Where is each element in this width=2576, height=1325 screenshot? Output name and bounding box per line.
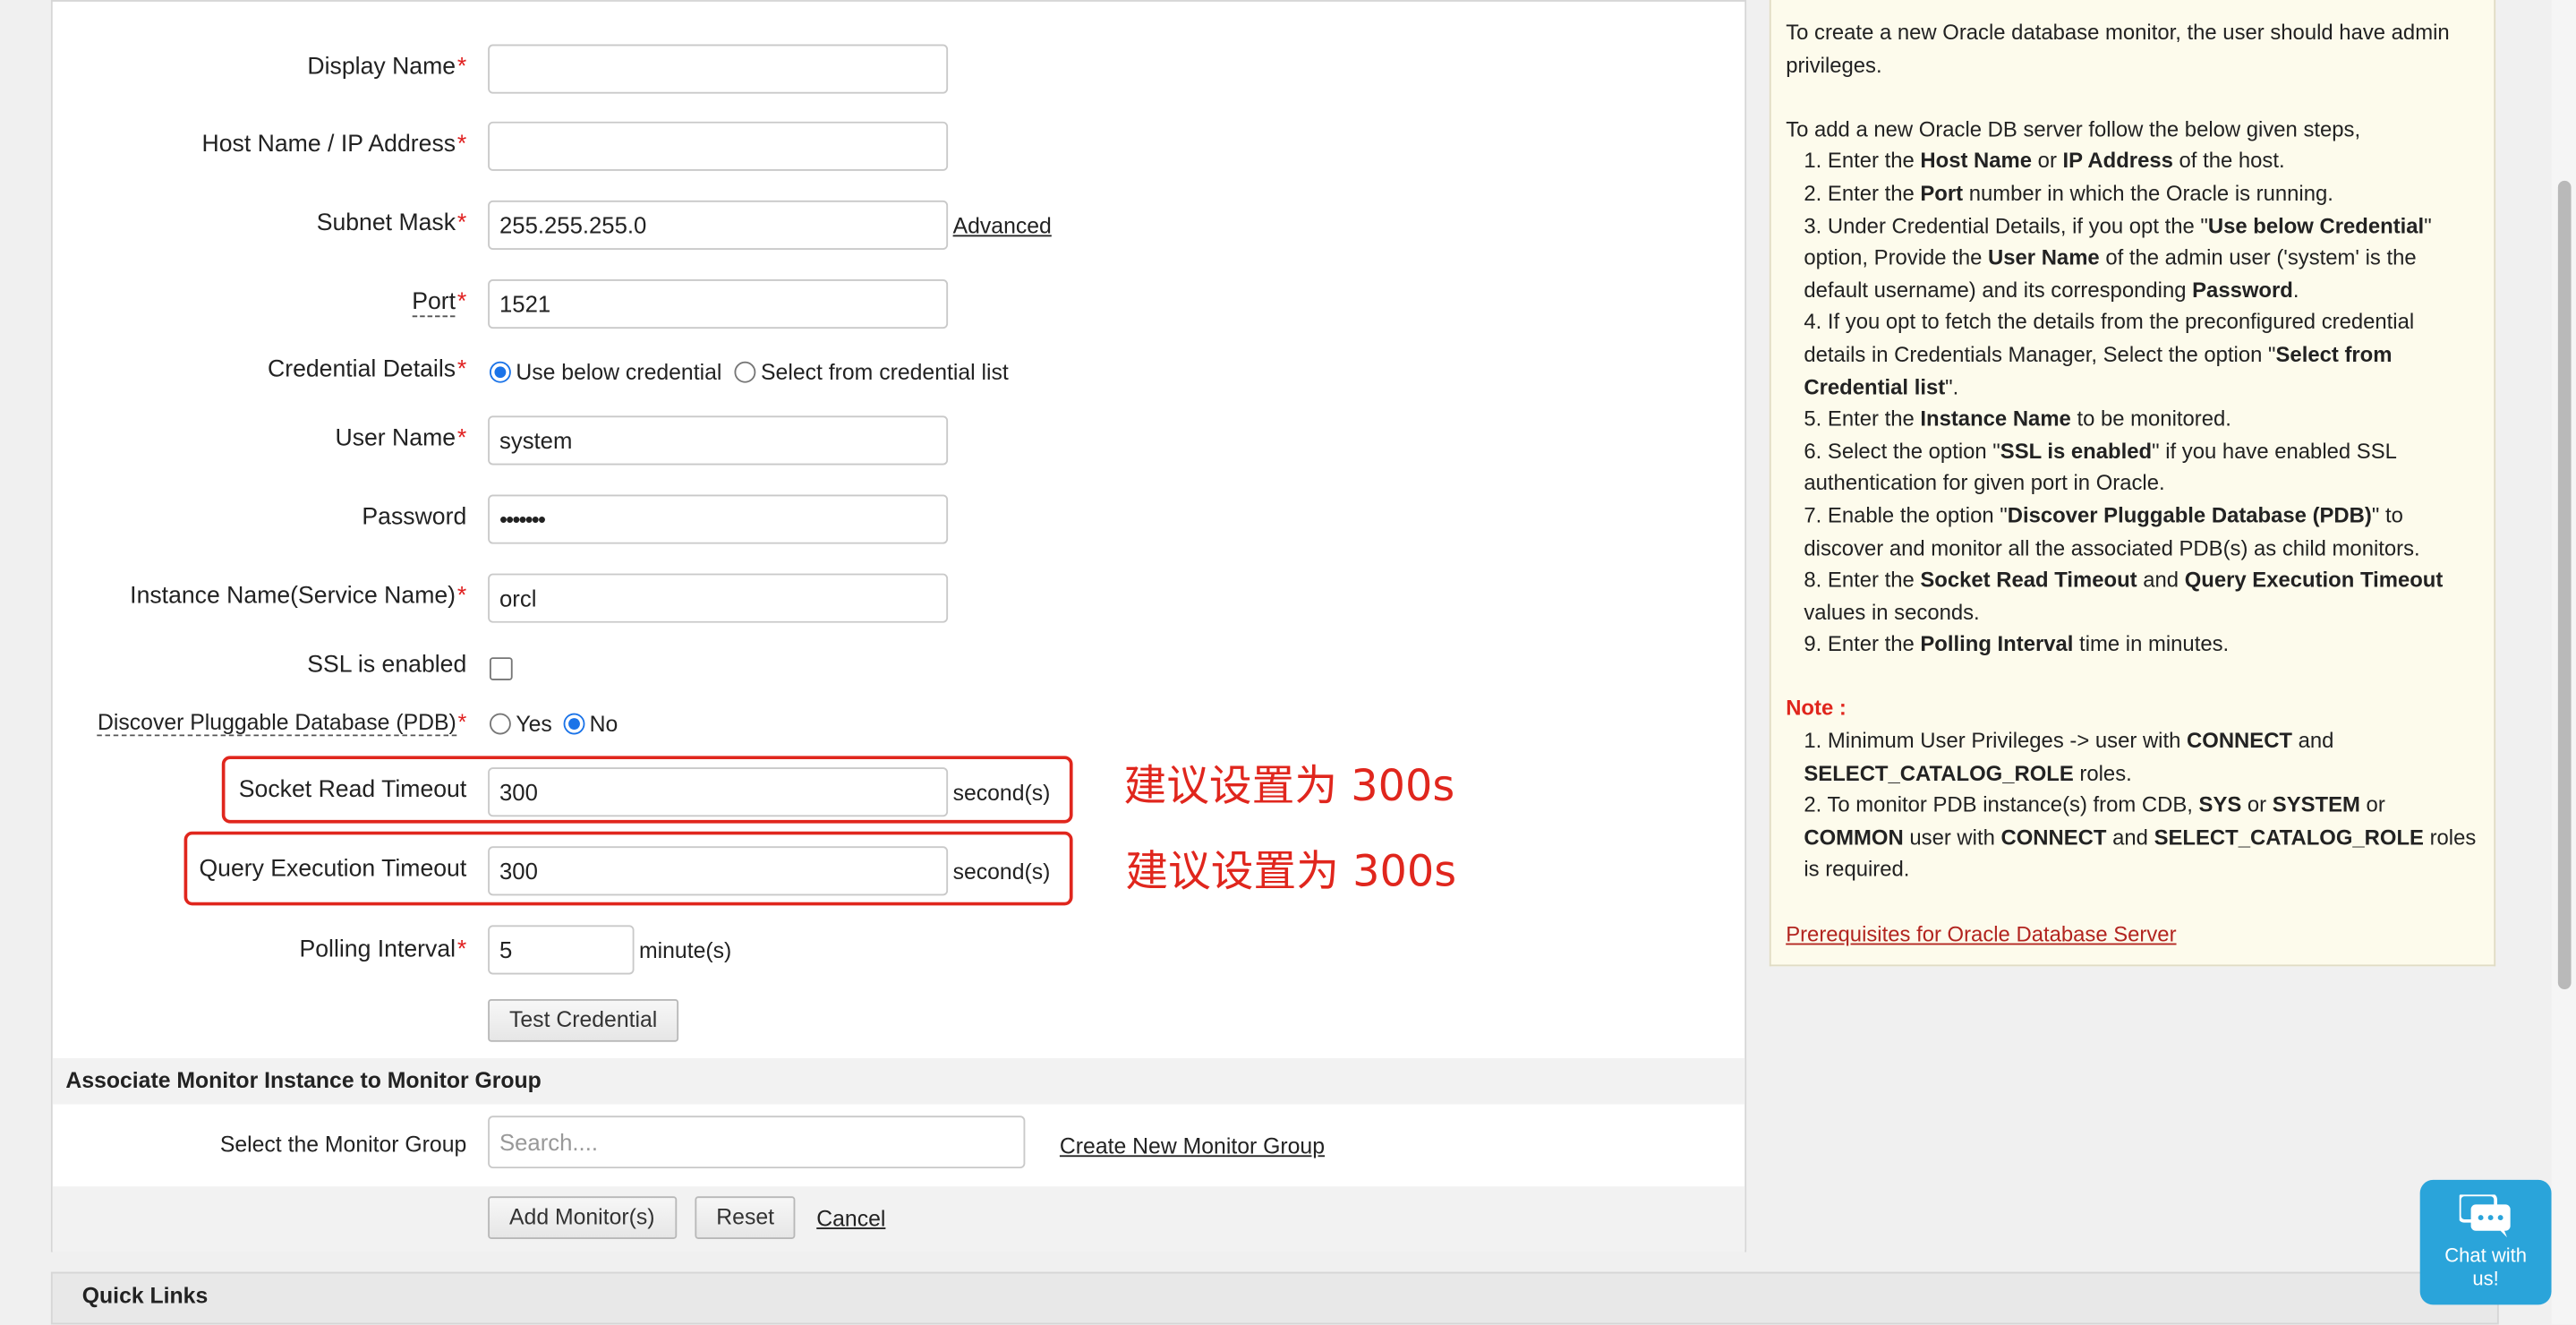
ssl-label: SSL is enabled: [307, 652, 467, 680]
select-credential-list-radio[interactable]: [734, 361, 756, 383]
advanced-link[interactable]: Advanced: [953, 214, 1052, 239]
password-row: Password •••••••: [53, 494, 1748, 544]
socket-timeout-annotation: 建议设置为 300s: [1123, 762, 1455, 812]
password-label: Password: [362, 504, 467, 531]
pdb-label: Discover Pluggable Database (PDB) *: [97, 709, 467, 737]
username-input[interactable]: system: [488, 415, 949, 466]
pdb-no-radio[interactable]: [563, 713, 585, 735]
help-step-item: 9. Enter the Polling Interval time in mi…: [1804, 631, 2230, 656]
socket-timeout-unit: second(s): [952, 780, 1051, 806]
instance-input[interactable]: orcl: [488, 573, 949, 623]
help-step-item: 7. Enable the option "Discover Pluggable…: [1804, 502, 2420, 560]
help-note-item: 1. Minimum User Privileges -> user with …: [1804, 728, 2334, 785]
help-step-item: 4. If you opt to fetch the details from …: [1804, 309, 2415, 399]
reset-button[interactable]: Reset: [695, 1196, 796, 1239]
port-label: Port *: [412, 289, 467, 318]
host-label: Host Name / IP Address *: [201, 131, 467, 158]
credential-radio-group: Use below credential Select from credent…: [489, 359, 1009, 385]
polling-unit: minute(s): [639, 938, 732, 963]
chat-label: Chat with us!: [2444, 1244, 2528, 1290]
query-timeout-annotation: 建议设置为 300s: [1125, 848, 1457, 898]
use-below-credential-radio[interactable]: [489, 361, 511, 383]
socket-timeout-input[interactable]: 300: [488, 767, 949, 817]
instance-label: Instance Name(Service Name) *: [130, 583, 467, 610]
help-step-item: 8. Enter the Socket Read Timeout and Que…: [1804, 567, 2444, 624]
polling-label: Polling Interval *: [299, 936, 467, 963]
help-intro: To create a new Oracle database monitor,…: [1786, 20, 2450, 77]
socket-timeout-label: Socket Read Timeout: [238, 777, 467, 804]
query-timeout-row: Query Execution Timeout 300 second(s): [53, 846, 1748, 896]
chat-bubble-icon: [2459, 1194, 2511, 1238]
cancel-link[interactable]: Cancel: [816, 1206, 885, 1231]
subnet-input[interactable]: 255.255.255.0: [488, 200, 949, 250]
instance-row: Instance Name(Service Name) * orcl: [53, 573, 1748, 623]
help-step-item: 2. Enter the Port number in which the Or…: [1804, 180, 2333, 206]
subnet-row: Subnet Mask * 255.255.255.0 Advanced: [53, 200, 1748, 250]
prerequisites-link[interactable]: Prerequisites for Oracle Database Server: [1786, 918, 2176, 950]
username-label: User Name *: [335, 425, 467, 452]
help-step-item: 6. Select the option "SSL is enabled" if…: [1804, 438, 2397, 496]
pdb-yes-radio[interactable]: [489, 713, 511, 735]
ssl-checkbox[interactable]: [489, 657, 513, 680]
chat-widget[interactable]: Chat with us!: [2419, 1179, 2552, 1305]
pdb-row: Discover Pluggable Database (PDB) * Yes N…: [53, 708, 1748, 744]
socket-timeout-row: Socket Read Timeout 300 second(s): [53, 767, 1748, 817]
port-input[interactable]: 1521: [488, 279, 949, 329]
pdb-no-label: No: [589, 711, 618, 737]
host-input[interactable]: [488, 121, 949, 171]
help-steps-list: 1. Enter the Host Name or IP Address of …: [1786, 145, 2480, 660]
help-step-item: 5. Enter the Instance Name to be monitor…: [1804, 406, 2231, 432]
credential-row: Credential Details * Use below credential…: [53, 355, 1748, 390]
pdb-radio-group: Yes No: [489, 711, 618, 737]
query-timeout-input[interactable]: 300: [488, 846, 949, 896]
add-monitors-button[interactable]: Add Monitor(s): [488, 1196, 677, 1239]
host-row: Host Name / IP Address *: [53, 121, 1748, 171]
help-step-item: 3. Under Credential Details, if you opt …: [1804, 212, 2432, 303]
monitor-group-row: Select the Monitor Group Search.... Crea…: [53, 1116, 1748, 1169]
monitor-group-label: Select the Monitor Group: [219, 1132, 467, 1158]
test-credential-button[interactable]: Test Credential: [488, 998, 679, 1042]
polling-input[interactable]: 5: [488, 925, 635, 975]
subnet-label: Subnet Mask *: [316, 209, 467, 237]
display-name-label: Display Name *: [307, 54, 467, 81]
credential-label: Credential Details *: [267, 356, 467, 383]
page: Display Name * Host Name / IP Address * Su…: [0, 0, 2576, 1325]
query-timeout-unit: second(s): [952, 859, 1051, 885]
display-name-row: Display Name *: [53, 44, 1748, 94]
quick-links-bar[interactable]: Quick Links: [50, 1271, 2499, 1325]
query-timeout-label: Query Execution Timeout: [199, 856, 467, 883]
help-note-label: Note :: [1786, 696, 1847, 721]
port-row: Port * 1521: [53, 279, 1748, 329]
help-step-item: 1. Enter the Host Name or IP Address of …: [1804, 148, 2285, 174]
action-bar: Add Monitor(s) Reset Cancel: [52, 1186, 1745, 1252]
quick-links-label: Quick Links: [81, 1283, 209, 1309]
create-monitor-group-link[interactable]: Create New Monitor Group: [1060, 1133, 1325, 1158]
help-steps-heading: To add a new Oracle DB server follow the…: [1786, 115, 2361, 141]
polling-row: Polling Interval * 5 minute(s): [53, 925, 1748, 975]
pdb-yes-label: Yes: [516, 711, 552, 737]
select-credential-list-label: Select from credential list: [761, 359, 1009, 385]
username-row: User Name * system: [53, 415, 1748, 466]
add-monitor-form: Display Name * Host Name / IP Address * Su…: [50, 0, 1748, 1252]
display-name-input[interactable]: [488, 44, 949, 94]
help-note-item: 2. To monitor PDB instance(s) from CDB, …: [1804, 792, 2477, 882]
monitor-group-search-input[interactable]: Search....: [488, 1116, 1026, 1169]
use-below-credential-label: Use below credential: [516, 359, 722, 385]
help-notes-list: 1. Minimum User Privileges -> user with …: [1786, 725, 2480, 886]
ssl-row: SSL is enabled: [53, 649, 1748, 685]
password-input[interactable]: •••••••: [488, 494, 949, 544]
help-panel: To create a new Oracle database monitor,…: [1769, 0, 2496, 967]
monitor-group-heading: Associate Monitor Instance to Monitor Gr…: [52, 1058, 1745, 1105]
scrollbar-thumb[interactable]: [2557, 180, 2572, 989]
